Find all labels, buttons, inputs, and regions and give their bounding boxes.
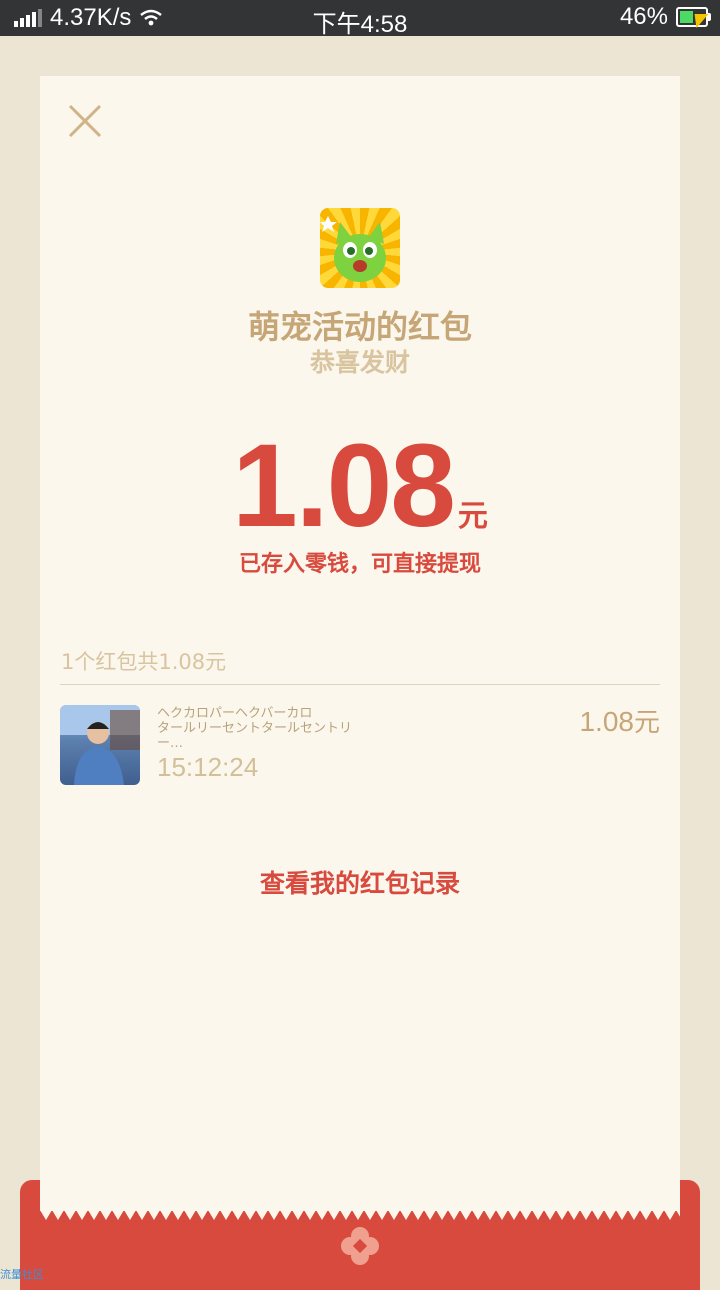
amount-unit: 元 (457, 499, 488, 534)
battery-percent: 46% (619, 3, 668, 30)
received-time: 15:12:24 (157, 752, 259, 782)
avatar[interactable] (60, 705, 140, 785)
amount-value: 1.08 (232, 420, 456, 552)
amount-display: 1.08 元 (0, 418, 720, 554)
status-bar: 4.37K/s 下午4:58 46% (0, 0, 720, 38)
view-records-link[interactable]: 查看我的红包记录 (0, 864, 720, 900)
packet-greeting: 恭喜发财 (309, 348, 410, 377)
packet-title: 萌宠活动的红包 (247, 308, 472, 346)
card-zigzag-edge (40, 1210, 680, 1220)
close-icon[interactable] (66, 102, 106, 142)
saved-note: 已存入零钱，可直接提现 (238, 552, 481, 577)
divider (60, 684, 660, 685)
record-amount: 1.08元 (579, 706, 660, 738)
envelope-seal-icon (341, 1227, 379, 1265)
clock: 下午4:58 (312, 11, 408, 38)
pet-app-icon (320, 208, 400, 288)
sender-name: ヘクカロパーヘクバーカロ タールリーセントタールセントリー… (157, 706, 353, 751)
packet-summary: 1个红包共1.08元 (61, 650, 227, 674)
